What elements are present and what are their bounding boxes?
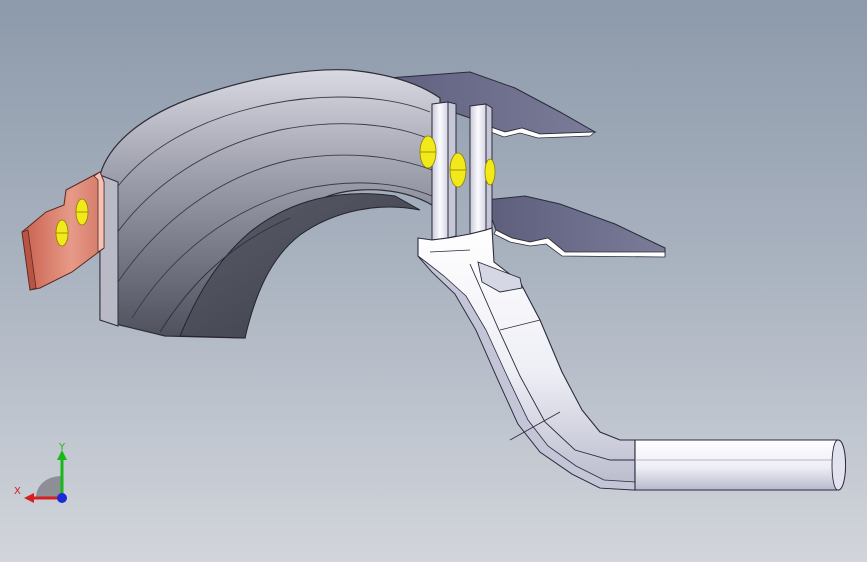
triad-y-label: Y bbox=[58, 442, 66, 453]
arc-chute-body[interactable] bbox=[99, 69, 441, 339]
triad-x-label: X bbox=[14, 486, 21, 497]
triad-z-axis bbox=[57, 493, 67, 503]
bus-fastener-3 bbox=[484, 158, 496, 186]
3d-model-view[interactable] bbox=[0, 0, 867, 562]
graphics-viewport[interactable]: Y X bbox=[0, 0, 867, 562]
horizontal-tube[interactable] bbox=[634, 439, 846, 491]
triad-base-plane bbox=[36, 476, 62, 498]
reference-triad[interactable]: Y X bbox=[12, 440, 74, 508]
lower-contact-finger[interactable] bbox=[484, 195, 666, 258]
conductor-arm[interactable] bbox=[417, 227, 636, 491]
terminal-tab[interactable] bbox=[21, 171, 105, 291]
triad-x-arrow bbox=[24, 493, 34, 503]
